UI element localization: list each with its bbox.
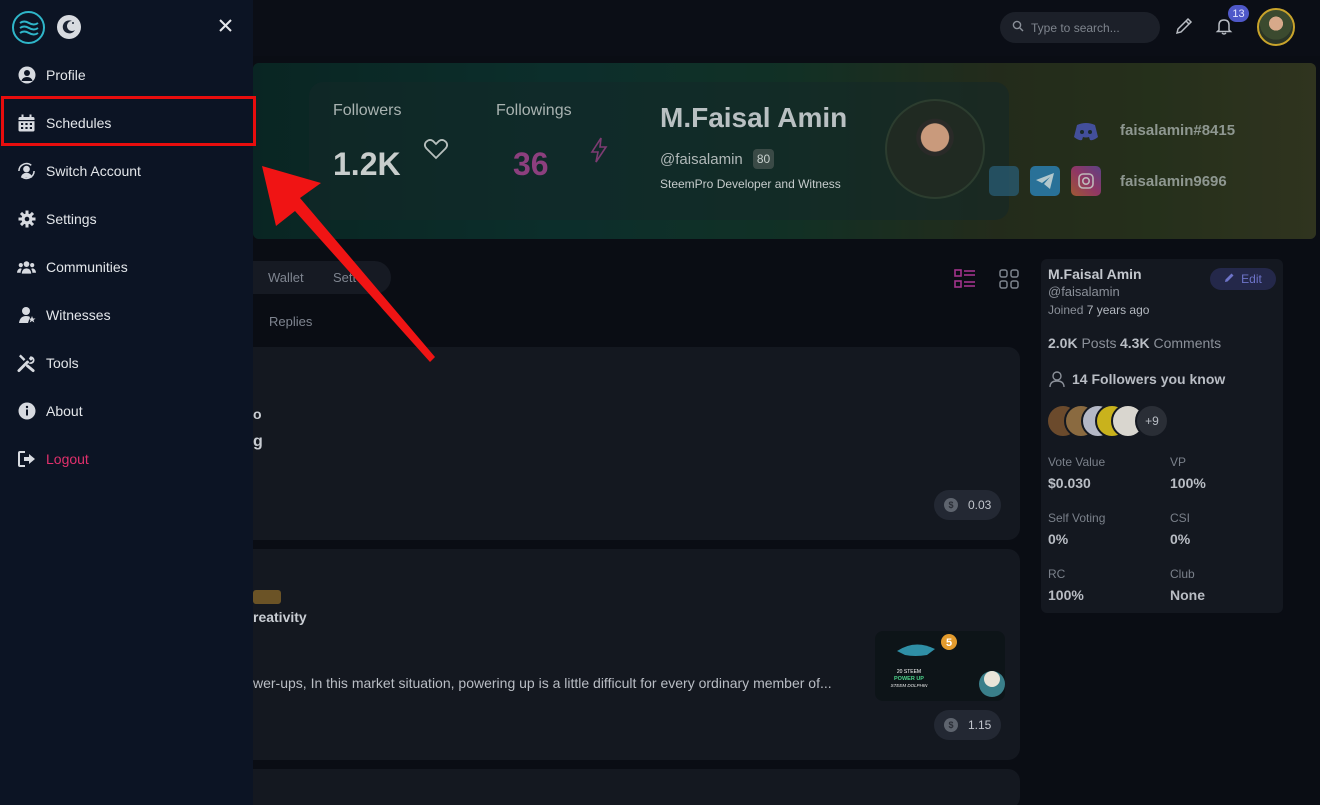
search-icon [1012,19,1024,37]
logout-icon [17,450,36,469]
side-profile-name: M.Faisal Amin [1048,266,1142,282]
menu-label: Witnesses [46,307,111,323]
menu-item-logout[interactable]: Logout [0,436,253,482]
side-profile-handle: @faisalamin [1048,284,1120,299]
witness-icon [17,306,36,325]
menu-item-switch-account[interactable]: Switch Account [0,148,253,194]
user-avatar[interactable] [1257,8,1295,46]
info-icon [17,402,36,421]
menu-label: Communities [46,259,128,275]
tab-settings[interactable]: Sett [333,270,356,285]
search-box[interactable] [1000,12,1160,43]
followers-you-know[interactable]: 14 Followers you know [1072,371,1225,387]
post-title[interactable]: reativity [253,609,307,625]
payout-value: 1.15 [968,718,992,732]
payout-value: 0.03 [968,498,992,512]
close-icon[interactable] [216,16,234,34]
thumbnail-number: 5 [946,637,952,649]
instagram-icon[interactable] [1071,166,1101,196]
rc-value: 100% [1048,587,1084,603]
csi-label: CSI [1170,511,1191,525]
posts-count: 2.0K Posts [1048,335,1117,351]
app-logo-icon[interactable] [12,11,45,44]
vote-value-label: Vote Value [1048,455,1106,469]
edit-profile-button[interactable]: Edit [1210,268,1276,290]
pencil-icon [1224,272,1235,286]
profile-name: M.Faisal Amin [660,102,848,133]
menu-label: About [46,403,83,419]
tab-replies[interactable]: Replies [269,314,312,329]
post-thumbnail[interactable]: 5 20 STEEM POWER UP STEEM DOLPHIN [875,631,1005,701]
instagram-username: faisalamin9696 [1120,173,1227,190]
menu-label: Settings [46,211,97,227]
bolt-icon [589,137,609,168]
community-badge [253,590,281,604]
menu-label: Profile [46,67,86,83]
dollar-coin-icon: $ [944,498,958,512]
thumbnail-text: 20 STEEM [897,669,921,675]
rc-label: RC [1048,567,1066,581]
list-view-icon[interactable] [954,268,976,290]
reputation-badge: 80 [753,149,774,169]
payout-badge[interactable]: $ 1.15 [934,710,1002,740]
user-icon [1048,370,1066,393]
user-circle-icon [17,66,36,85]
tab-wallet[interactable]: Wallet [268,270,304,285]
followings-label: Followings [496,102,572,119]
menu-label: Logout [46,451,89,467]
followers-label: Followers [333,102,402,119]
users-icon [17,258,36,277]
thumbnail-text: STEEM DOLPHIN [891,683,929,688]
telegram-icon[interactable] [1030,166,1060,196]
tools-icon [17,354,36,373]
discord-username: faisalamin#8415 [1120,122,1236,139]
menu-label: Switch Account [46,163,141,179]
twitter-icon[interactable] [989,166,1019,196]
menu-item-about[interactable]: About [0,388,253,434]
menu-label: Tools [46,355,79,371]
discord-icon[interactable] [1071,117,1101,147]
more-followers-badge[interactable]: +9 [1135,404,1169,438]
menu-item-communities[interactable]: Communities [0,244,253,290]
menu-item-profile[interactable]: Profile [0,52,253,98]
notification-badge: 13 [1228,5,1249,22]
menu-item-witnesses[interactable]: Witnesses [0,292,253,338]
heart-icon [423,137,449,166]
payout-badge[interactable]: $ 0.03 [934,490,1002,520]
grid-view-icon[interactable] [998,268,1020,290]
pen-icon[interactable] [1173,15,1195,37]
profile-tagline: SteemPro Developer and Witness [660,177,841,191]
club-label: Club [1170,567,1195,581]
post-card[interactable] [253,347,1020,540]
vp-label: VP [1170,455,1187,469]
vote-value: $0.030 [1048,475,1091,491]
moon-icon[interactable] [57,15,81,39]
post-title-fragment: o [253,406,262,422]
menu-item-tools[interactable]: Tools [0,340,253,386]
profile-photo [885,99,985,199]
followers-count[interactable]: 1.2K [333,146,401,183]
search-input[interactable] [1031,20,1151,35]
post-card[interactable] [253,769,1020,805]
self-voting-value: 0% [1048,531,1069,547]
thumbnail-text: POWER UP [894,676,924,682]
switch-account-icon [17,162,36,181]
vp-value: 100% [1170,475,1206,491]
csi-value: 0% [1170,531,1191,547]
self-voting-label: Self Voting [1048,511,1106,525]
gear-icon [17,210,36,229]
followings-count[interactable]: 36 [513,146,549,183]
side-joined: Joined 7 years ago [1048,303,1150,317]
club-value: None [1170,587,1205,603]
post-title-fragment: g [253,433,263,450]
profile-handle: @faisalamin [660,151,743,168]
comments-count: 4.3K Comments [1120,335,1222,351]
post-excerpt: wer-ups, In this market situation, power… [253,675,832,691]
schedules-highlight-box [1,96,256,146]
dollar-coin-icon: $ [944,718,958,732]
menu-item-settings[interactable]: Settings [0,196,253,242]
